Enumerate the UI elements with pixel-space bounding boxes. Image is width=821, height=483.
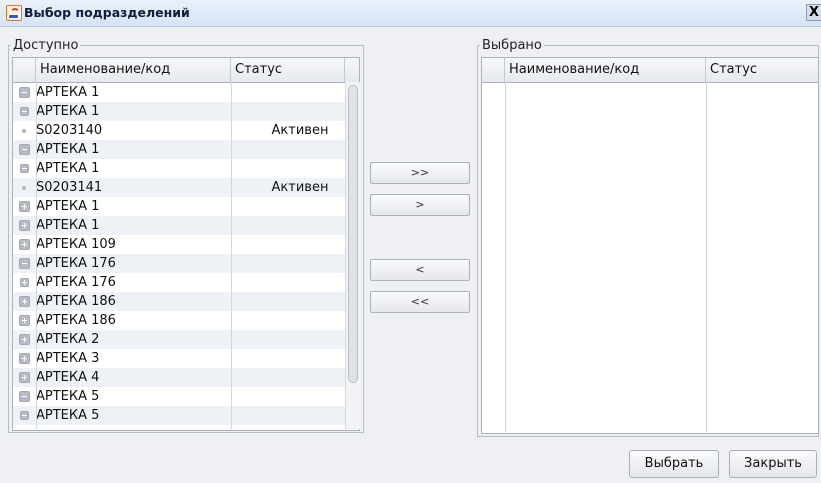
selected-table-header: Наименование/код Статус	[482, 58, 818, 83]
table-row[interactable]: АРТЕКА 2	[13, 330, 345, 349]
row-name: S0203140	[36, 123, 103, 138]
collapse-minus-icon[interactable]	[19, 87, 30, 98]
row-status: Активен	[271, 180, 329, 195]
selected-table[interactable]: Наименование/код Статус	[481, 57, 819, 434]
row-name: АРТЕКА 1	[36, 85, 100, 100]
table-row[interactable]: АРТЕКА 176	[13, 273, 345, 292]
expand-plus-icon[interactable]	[19, 353, 30, 364]
window-title-bar: Выбор подразделений X	[0, 0, 821, 27]
available-vertical-scrollbar[interactable]	[345, 82, 360, 429]
expand-plus-icon[interactable]	[19, 239, 30, 250]
selected-col-status-header[interactable]: Статус	[706, 58, 818, 82]
collapse-minus-icon[interactable]	[19, 391, 30, 402]
row-name: АРТЕКА 186	[36, 313, 116, 328]
row-name: АРТЕКА 2	[36, 332, 100, 347]
table-row[interactable]: АРТЕКА 1	[13, 216, 345, 235]
window-title: Выбор подразделений	[24, 5, 190, 20]
table-row[interactable]: АРТЕКА 5	[13, 387, 345, 406]
table-row[interactable]: S0203140 Активен	[13, 121, 345, 140]
row-name: АРТЕКА 1	[36, 199, 100, 214]
select-button[interactable]: Выбрать	[629, 450, 719, 478]
collapse-minus-icon[interactable]	[20, 164, 29, 173]
close-button[interactable]: Закрыть	[729, 450, 817, 478]
expand-plus-icon[interactable]	[19, 296, 30, 307]
table-row[interactable]: АРТЕКА 1	[13, 197, 345, 216]
collapse-minus-icon[interactable]	[20, 411, 29, 420]
table-row[interactable]: АРТЕКА 5	[13, 406, 345, 425]
collapse-minus-icon[interactable]	[19, 144, 30, 155]
available-col-divider	[36, 82, 37, 429]
row-name: S0203141	[36, 180, 103, 195]
available-legend: Доступно	[11, 38, 81, 53]
leaf-bullet-icon	[22, 129, 26, 133]
row-name: АРТЕКА 176	[36, 275, 116, 290]
remove-selected-button[interactable]: <	[370, 259, 470, 281]
expand-plus-icon[interactable]	[19, 372, 30, 383]
row-name: АРТЕКА 1	[36, 104, 100, 119]
row-name: АРТЕКА 176	[36, 256, 116, 271]
table-row[interactable]: АРТЕКА 3	[13, 349, 345, 368]
row-name: АРТЕКА 4	[36, 370, 100, 385]
row-status: Активен	[271, 123, 329, 138]
add-selected-button[interactable]: >	[370, 194, 470, 216]
available-table[interactable]: Наименование/код Статус АРТЕКА 1 АРТЕКА 1…	[12, 57, 360, 431]
table-row[interactable]: АРТЕКА 186	[13, 311, 345, 330]
row-name: АРТЕКА 1	[36, 161, 100, 176]
available-table-header: Наименование/код Статус	[13, 58, 359, 83]
table-row[interactable]: АРТЕКА 1	[13, 83, 345, 102]
expand-plus-icon[interactable]	[20, 278, 29, 287]
row-name: АРТЕКА 109	[36, 237, 116, 252]
row-name: АРТЕКА 3	[36, 351, 100, 366]
available-col-corner	[13, 58, 36, 82]
table-row[interactable]: АРТЕКА 176	[13, 254, 345, 273]
table-row[interactable]: АРТЕКА 1	[13, 159, 345, 178]
remove-all-button[interactable]: <<	[370, 291, 470, 313]
selected-col-name-header[interactable]: Наименование/код	[505, 58, 706, 82]
row-name: АРТЕКА 186	[36, 294, 116, 309]
add-all-button[interactable]: >>	[370, 162, 470, 184]
leaf-bullet-icon	[22, 186, 26, 190]
available-col-status-header[interactable]: Статус	[231, 58, 345, 82]
available-scroll-thumb[interactable]	[348, 85, 358, 383]
expand-plus-icon[interactable]	[19, 334, 30, 345]
row-name: АРТЕКА 5	[36, 389, 100, 404]
selected-col-corner	[482, 58, 505, 82]
row-name: АРТЕКА 5	[36, 408, 100, 423]
table-row[interactable]: S0203141 Активен	[13, 178, 345, 197]
selected-col-divider	[706, 82, 707, 432]
table-row[interactable]: АРТЕКА 1	[13, 140, 345, 159]
selected-col-divider	[505, 82, 506, 432]
table-row[interactable]: АРТЕКА 109	[13, 235, 345, 254]
available-col-divider	[231, 82, 232, 429]
expand-plus-icon[interactable]	[19, 315, 30, 326]
expand-plus-icon[interactable]	[19, 220, 30, 231]
close-icon[interactable]: X	[806, 4, 821, 21]
table-row[interactable]: АРТЕКА 4	[13, 368, 345, 387]
table-row[interactable]: АРТЕКА 186	[13, 292, 345, 311]
row-name: АРТЕКА 1	[36, 218, 100, 233]
collapse-minus-icon[interactable]	[20, 107, 29, 116]
selected-legend: Выбрано	[480, 38, 544, 53]
table-row[interactable]: АРТЕКА 1	[13, 102, 345, 121]
row-name: АРТЕКА 1	[36, 142, 100, 157]
expand-plus-icon[interactable]	[19, 201, 30, 212]
available-col-name-header[interactable]: Наименование/код	[36, 58, 231, 82]
collapse-minus-icon[interactable]	[19, 258, 30, 269]
java-app-icon	[6, 5, 22, 21]
